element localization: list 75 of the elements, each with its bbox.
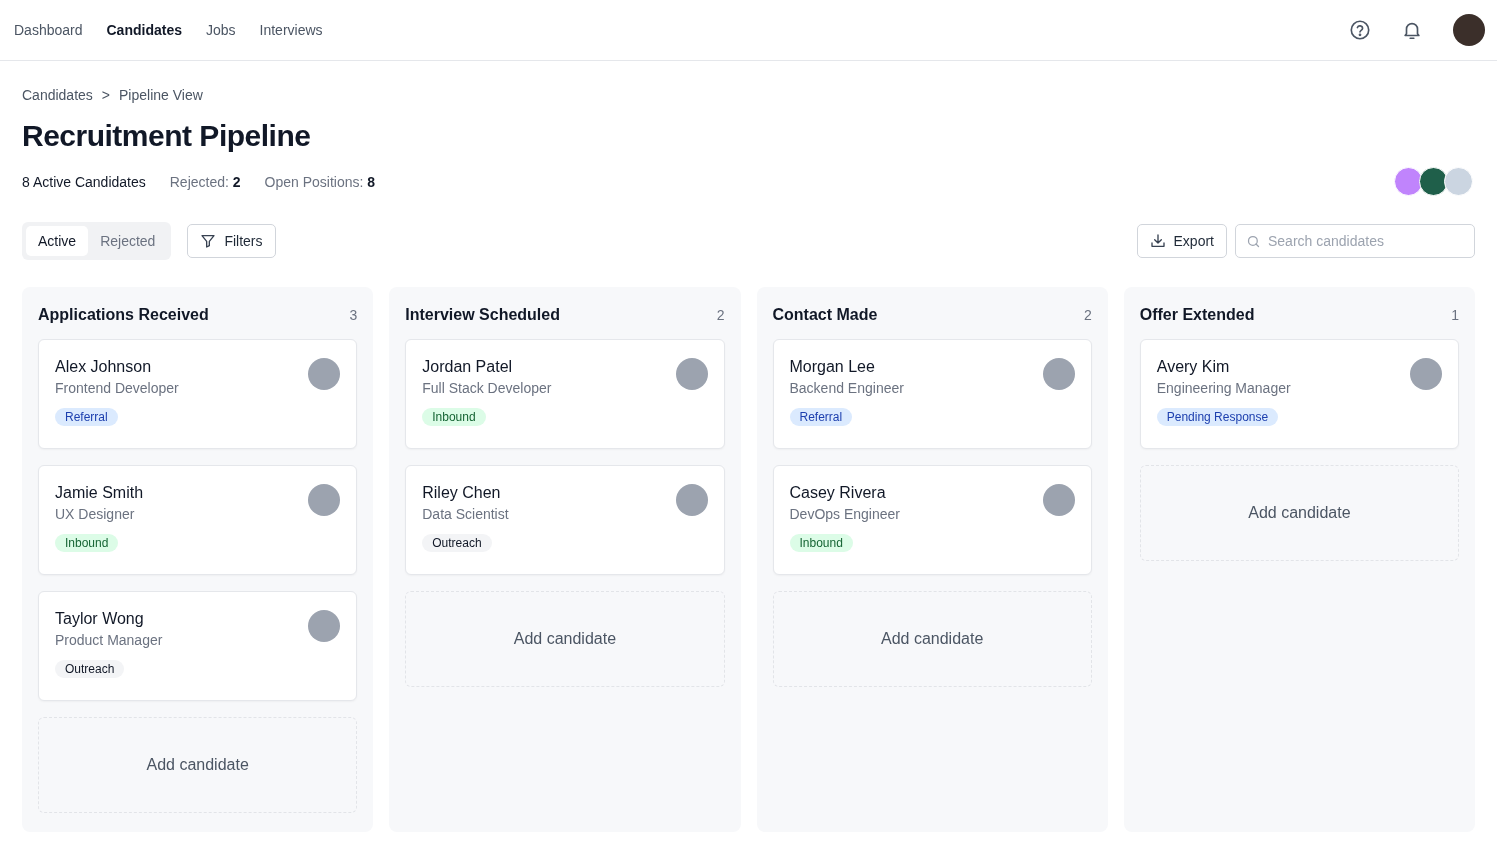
breadcrumb-separator: >: [101, 87, 110, 103]
candidate-name: Riley Chen: [422, 484, 501, 502]
view-tab[interactable]: Active: [26, 226, 89, 256]
candidate-name: Avery Kim: [1156, 358, 1230, 376]
source-tag: Referral: [55, 408, 118, 426]
candidate-card[interactable]: Morgan Lee Backend Engineer Referral: [772, 339, 1092, 449]
team-avatar: [1419, 167, 1448, 196]
nav-link[interactable]: Dashboard: [14, 22, 83, 38]
source-tag: Pending Response: [1156, 408, 1279, 426]
download-icon: [1149, 233, 1166, 249]
team-avatar: [1394, 167, 1423, 196]
column-count: 2: [716, 307, 725, 323]
column-count: 1: [1451, 307, 1459, 323]
open-positions-stat: Open Positions: 8: [264, 173, 376, 190]
filters-button[interactable]: Filters: [187, 224, 276, 258]
filter-icon: [200, 233, 217, 249]
source-tag: Inbound: [789, 534, 853, 552]
nav-link[interactable]: Jobs: [205, 22, 236, 38]
candidate-card[interactable]: Jordan Patel Full Stack Developer Inbound: [405, 339, 725, 449]
active-count: 8 Active Candidates: [22, 173, 146, 190]
candidate-card[interactable]: Casey Rivera DevOps Engineer Inbound: [772, 465, 1092, 575]
candidate-name: Casey Rivera: [789, 484, 886, 502]
candidate-card[interactable]: Alex Johnson Frontend Developer Referral: [38, 339, 358, 449]
source-tag: Referral: [789, 408, 853, 426]
column-title: Applications Received: [38, 306, 209, 324]
candidate-role: Full Stack Developer: [422, 380, 552, 396]
candidate-card[interactable]: Avery Kim Engineering Manager Pending Response: [1139, 339, 1459, 449]
breadcrumb-current: Pipeline View: [119, 87, 203, 103]
search-field[interactable]: Search candidates: [1235, 224, 1475, 258]
add-candidate-button[interactable]: Add candidate: [405, 591, 725, 687]
candidate-role: Product Manager: [55, 632, 163, 648]
add-candidate-button[interactable]: Add candidate: [38, 717, 358, 813]
candidate-role: Data Scientist: [422, 506, 509, 522]
export-button[interactable]: Export: [1136, 224, 1227, 258]
candidate-avatar: [308, 484, 341, 516]
candidate-name: Jordan Patel: [422, 358, 513, 376]
source-tag: Inbound: [55, 534, 119, 552]
candidate-avatar: [308, 610, 341, 642]
candidate-avatar: [675, 358, 708, 390]
column-title: Interview Scheduled: [405, 306, 560, 324]
candidate-avatar: [1042, 484, 1075, 516]
candidate-avatar: [675, 484, 708, 516]
candidate-name: Morgan Lee: [789, 358, 875, 376]
candidate-role: Engineering Manager: [1156, 380, 1291, 396]
candidate-avatar: [1410, 358, 1442, 390]
candidate-name: Taylor Wong: [55, 610, 144, 628]
candidate-role: UX Designer: [55, 506, 135, 522]
candidate-avatar: [308, 358, 341, 390]
column-count: 2: [1083, 307, 1092, 323]
nav-link[interactable]: Interviews: [259, 22, 323, 38]
candidate-name: Jamie Smith: [55, 484, 144, 502]
source-tag: Outreach: [422, 534, 492, 552]
nav-link[interactable]: Candidates: [106, 22, 182, 38]
candidate-role: Frontend Developer: [55, 380, 179, 396]
candidate-role: DevOps Engineer: [789, 506, 900, 522]
candidate-card[interactable]: Jamie Smith UX Designer Inbound: [38, 465, 358, 575]
candidate-role: Backend Engineer: [789, 380, 904, 396]
add-candidate-button[interactable]: Add candidate: [1139, 465, 1459, 561]
team-avatar: [1444, 167, 1473, 196]
page-title: Recruitment Pipeline: [22, 119, 312, 153]
candidate-card[interactable]: Riley Chen Data Scientist Outreach: [405, 465, 725, 575]
view-tab[interactable]: Rejected: [88, 226, 168, 256]
source-tag: Inbound: [422, 408, 486, 426]
column-title: Offer Extended: [1139, 306, 1255, 324]
candidate-name: Alex Johnson: [55, 358, 152, 376]
column-title: Contact Made: [772, 306, 878, 324]
add-candidate-button[interactable]: Add candidate: [772, 591, 1092, 687]
candidate-avatar: [1042, 358, 1075, 390]
column-count: 3: [349, 307, 358, 323]
rejected-stat: Rejected: 2: [169, 173, 241, 190]
breadcrumb-link[interactable]: Candidates: [22, 87, 93, 103]
user-avatar[interactable]: [1453, 14, 1485, 46]
source-tag: Outreach: [55, 660, 125, 678]
help-icon[interactable]: [1349, 19, 1371, 41]
candidate-card[interactable]: Taylor Wong Product Manager Outreach: [38, 591, 358, 701]
